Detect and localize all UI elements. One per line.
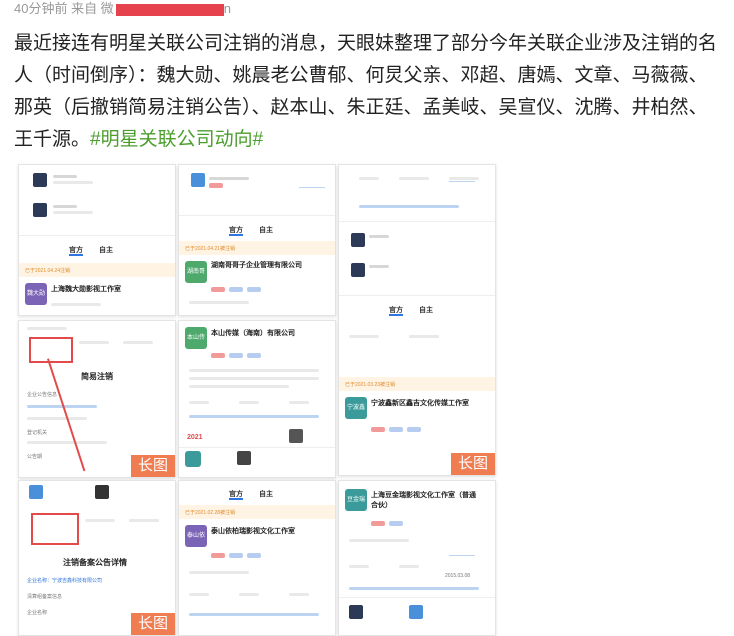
avatar: [349, 605, 363, 619]
avatar: [351, 263, 365, 277]
long-image-label: 长图: [451, 453, 495, 475]
company-logo: 宁波鑫: [345, 397, 367, 419]
image-thumb-7[interactable]: 注销备案公告详情 企业名称：宁波吉鑫科技有限公司 清算组备案信息 企业名称 长图: [18, 480, 176, 636]
company-logo: 湖南哥: [185, 261, 207, 283]
redacted-source: [115, 3, 224, 16]
avatar: [33, 203, 47, 217]
image-thumb-5[interactable]: 本山传媒 本山传媒（海南）有限公司 2021: [178, 320, 336, 478]
field-label: 登记机关: [27, 430, 48, 436]
company-name: 泰山依柏瑞影视文化工作室: [211, 528, 295, 535]
tab-self: 自主: [99, 247, 113, 254]
post-source-tail: n: [223, 1, 231, 16]
company-logo: 本山传媒: [185, 327, 207, 363]
image-thumb-2[interactable]: 官方 自主 已于2021.04.21被注销 湖南哥 湖南哥哥子企业管理有限公司: [178, 164, 336, 316]
company-logo-small: [185, 451, 201, 467]
company-logo: 魏大勋: [25, 283, 47, 305]
long-image-label: 长图: [131, 613, 175, 635]
avatar: [409, 605, 423, 619]
section-label: 企业公告信息: [27, 392, 58, 398]
avatar: [29, 485, 43, 499]
post-body: 最近接连有明星关联公司注销的消息，天眼妹整理了部分今年关联企业涉及注销的名人（时…: [14, 28, 720, 156]
image-thumb-4[interactable]: 简易注销 企业公告信息 登记机关 公告期 长图: [18, 320, 176, 478]
image-thumb-3[interactable]: 官方 自主 已于2021.03.23被注销 宁波鑫 宁波鑫新区鑫吉文化传媒工作室…: [338, 164, 496, 476]
company-logo: 泰山依: [185, 525, 207, 547]
section-title: 简易注销: [81, 372, 113, 381]
status-text: 已于2021.04.24注销: [25, 268, 71, 274]
avatar: [33, 173, 47, 187]
company-name: 上海魏大勋影视工作室: [51, 286, 121, 293]
image-thumb-1[interactable]: 官方 自主 已于2021.04.24注销 魏大勋 上海魏大勋影视工作室: [18, 164, 176, 316]
status-text: 已于2021.04.21被注销: [185, 246, 236, 252]
tab-self: 自主: [419, 307, 433, 314]
company-name: 湖南哥哥子企业管理有限公司: [211, 262, 302, 269]
avatar: [351, 233, 365, 247]
post-hashtag[interactable]: #明星关联公司动向#: [90, 129, 263, 150]
avatar: [191, 173, 205, 187]
status-bar: 已于2021.02.28被注销: [179, 505, 335, 519]
tab-self: 自主: [259, 491, 273, 498]
long-image-label: 长图: [131, 455, 175, 477]
company-name: 上海豆金瑞影视文化工作室（普通合伙）: [371, 492, 476, 509]
image-thumb-8[interactable]: 官方 自主 已于2021.02.28被注销 泰山依 泰山依柏瑞影视文化工作室: [178, 480, 336, 636]
post-time: 40分钟前 来自 微: [14, 1, 114, 16]
avatar: [95, 485, 109, 499]
date-label: 2015.03.08: [445, 573, 471, 579]
status-text: 已于2021.03.23被注销: [345, 382, 396, 388]
status-bar: 已于2021.04.24注销: [19, 263, 175, 277]
status-bar: 已于2021.03.23被注销: [339, 377, 495, 391]
field-label: 企业名称：宁波吉鑫科技有限公司: [27, 578, 103, 584]
status-text: 已于2021.02.28被注销: [185, 510, 236, 516]
avatar: [237, 451, 251, 465]
post-meta: 40分钟前 来自 微 n: [14, 0, 231, 18]
year-label: 2021: [187, 434, 203, 441]
company-logo: 豆金瑞: [345, 489, 367, 511]
avatar: [289, 429, 303, 443]
image-grid: 官方 自主 已于2021.04.24注销 魏大勋 上海魏大勋影视工作室 官方 自…: [14, 160, 496, 636]
company-name: 本山传媒（海南）有限公司: [211, 330, 295, 337]
company-name: 宁波鑫新区鑫吉文化传媒工作室: [371, 400, 469, 407]
tab-self: 自主: [259, 227, 273, 234]
field-label: 企业名称: [27, 610, 48, 616]
image-thumb-6[interactable]: 豆金瑞 上海豆金瑞影视文化工作室（普通合伙） 2015.03.08: [338, 480, 496, 636]
section-title: 注销备案公告详情: [63, 558, 127, 567]
field-label: 公告期: [27, 454, 43, 460]
status-bar: 已于2021.04.21被注销: [179, 241, 335, 255]
field-label: 清算组备案信息: [27, 594, 63, 600]
